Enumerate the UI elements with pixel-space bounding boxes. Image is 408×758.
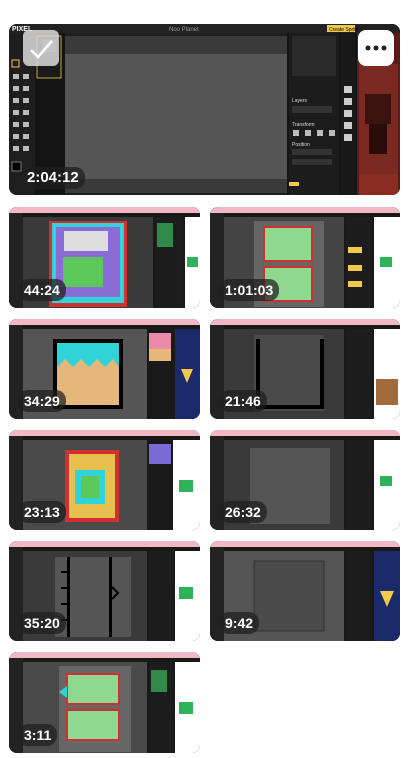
video-duration: 9:42 <box>219 612 260 634</box>
transform-panel-label: Transform <box>292 122 315 128</box>
video-duration: 34:29 <box>18 390 66 412</box>
video-duration: 1:01:03 <box>219 279 280 301</box>
video-card-featured[interactable]: PIXEL Noo Planet Create Sprite Layers Tr <box>9 24 400 195</box>
video-duration: 35:20 <box>18 612 66 634</box>
video-card[interactable]: 26:32 <box>210 430 400 530</box>
more-options-button[interactable] <box>358 30 394 66</box>
video-card[interactable]: 34:29 <box>9 319 200 419</box>
checkmark-icon <box>30 40 53 59</box>
video-card[interactable]: 35:20 <box>9 541 200 641</box>
video-card[interactable]: 44:24 <box>9 207 200 308</box>
video-duration: 26:32 <box>219 501 267 523</box>
video-duration: 3:11 <box>18 724 58 746</box>
create-sprite-button: Create Sprite <box>329 27 359 33</box>
video-card[interactable]: 3:11 <box>9 652 200 753</box>
layers-panel-label: Layers <box>292 98 308 104</box>
video-duration: 21:46 <box>219 390 267 412</box>
video-duration: 23:13 <box>18 501 66 523</box>
video-card[interactable]: 23:13 <box>9 430 200 530</box>
video-card[interactable]: 9:42 <box>210 541 400 641</box>
select-checkbox[interactable] <box>23 30 59 66</box>
video-duration: 44:24 <box>18 279 66 301</box>
video-card[interactable]: 1:01:03 <box>210 207 400 308</box>
more-icon <box>365 45 387 51</box>
video-card[interactable]: 21:46 <box>210 319 400 419</box>
video-duration: 2:04:12 <box>21 167 85 189</box>
position-panel-label: Position <box>292 142 310 148</box>
window-title: Noo Planet <box>169 27 199 33</box>
